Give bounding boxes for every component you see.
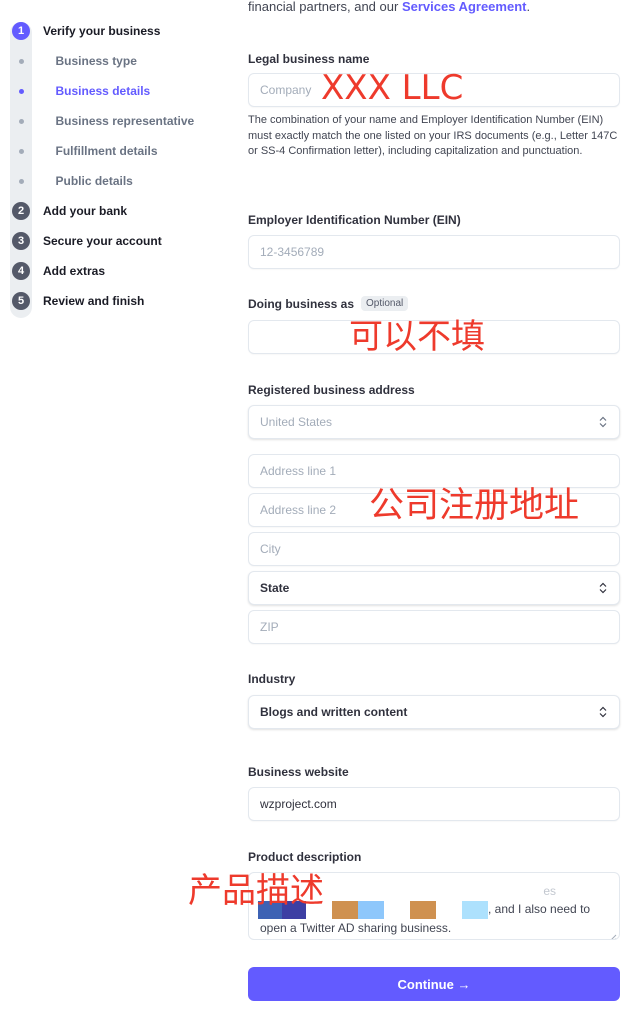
intro-text-suffix: . [526, 0, 531, 14]
doing-business-as-label: Doing business as Optional [248, 296, 409, 311]
substep-dot-icon [18, 88, 24, 94]
step-label: Verify your business [43, 24, 161, 38]
address-line1-input[interactable] [260, 464, 608, 478]
chevron-up-down-icon [598, 415, 608, 429]
product-description-label: Product description [248, 850, 362, 864]
industry-select-value: Blogs and written content [260, 705, 408, 719]
annotation-dba: 可以不填 [349, 317, 485, 357]
business-website-input[interactable] [260, 797, 608, 811]
annotation-product-description: 产品描述 [188, 871, 324, 911]
substep-dot-icon [18, 118, 24, 124]
step-secure-account[interactable]: 3 Secure your account [10, 231, 235, 251]
substep-label: Fulfillment details [55, 144, 158, 158]
description-line-1-text: es [543, 884, 556, 898]
optional-badge: Optional [361, 296, 409, 311]
description-line-3: open a Twitter AD sharing business. [260, 920, 452, 935]
ein-input[interactable] [260, 245, 608, 259]
redaction-block [462, 900, 488, 919]
city-field[interactable] [248, 532, 620, 566]
step-number-badge: 4 [12, 262, 30, 280]
step-label: Review and finish [43, 294, 145, 308]
annotation-legal-name: XXX LLC [321, 68, 464, 108]
dba-label-text: Doing business as [248, 296, 355, 311]
step-review-finish[interactable]: 5 Review and finish [10, 291, 235, 311]
substep-business-type[interactable]: Business type [10, 51, 235, 71]
industry-label: Industry [248, 672, 296, 686]
redaction-block [436, 900, 462, 919]
description-line-2-text: , and I also need to [488, 902, 591, 916]
substep-dot-icon [18, 148, 24, 154]
substep-business-representative[interactable]: Business representative [10, 111, 235, 131]
substep-dot-icon [18, 58, 24, 64]
step-number-badge: 2 [12, 202, 30, 220]
step-number-badge: 1 [12, 22, 30, 40]
resize-handle-icon[interactable] [609, 929, 617, 939]
substep-public-details[interactable]: Public details [10, 171, 235, 191]
zip-field[interactable] [248, 610, 620, 644]
step-add-bank[interactable]: 2 Add your bank [10, 201, 235, 221]
substep-fulfillment-details[interactable]: Fulfillment details [10, 141, 235, 161]
ein-field[interactable] [248, 235, 620, 269]
state-select-value: State [260, 581, 290, 595]
services-agreement-link[interactable]: Services Agreement [402, 0, 527, 14]
redaction-block [332, 900, 358, 919]
address-line1-field[interactable] [248, 454, 620, 488]
chevron-up-down-icon [598, 705, 608, 719]
state-select[interactable]: State [248, 571, 620, 605]
country-select[interactable]: United States [248, 405, 620, 439]
step-add-extras[interactable]: 4 Add extras [10, 261, 235, 281]
redaction-block [358, 900, 384, 919]
business-website-field[interactable] [248, 787, 620, 821]
substep-business-details[interactable]: Business details [10, 81, 235, 101]
intro-text-body: financial partners, and our [248, 0, 402, 14]
step-number-badge: 5 [12, 292, 30, 310]
intro-text: financial partners, and our Services Agr… [248, 0, 530, 14]
substep-label: Business representative [55, 114, 195, 128]
industry-select[interactable]: Blogs and written content [248, 695, 620, 729]
step-number-badge: 3 [12, 232, 30, 250]
substep-dot-icon [18, 178, 24, 184]
step-verify-business[interactable]: 1 Verify your business [10, 21, 235, 41]
step-label: Add your bank [43, 204, 128, 218]
redaction-block [410, 900, 436, 919]
substep-label: Business type [55, 54, 137, 68]
city-input[interactable] [260, 542, 608, 556]
country-select-value: United States [260, 415, 333, 429]
continue-button[interactable]: Continue → [248, 967, 620, 1001]
registered-address-label: Registered business address [248, 383, 415, 397]
business-website-label: Business website [248, 765, 349, 779]
legal-name-help-text: The combination of your name and Employe… [248, 114, 618, 157]
substep-label: Public details [55, 174, 133, 188]
step-label: Add extras [43, 264, 106, 278]
chevron-up-down-icon [598, 581, 608, 595]
step-label: Secure your account [43, 234, 162, 248]
ein-label: Employer Identification Number (EIN) [248, 213, 461, 227]
zip-input[interactable] [260, 620, 608, 634]
substep-label: Business details [55, 84, 151, 98]
annotation-address: 公司注册地址 [369, 486, 580, 526]
redaction-block [384, 900, 410, 919]
legal-business-name-label: Legal business name [248, 52, 370, 66]
